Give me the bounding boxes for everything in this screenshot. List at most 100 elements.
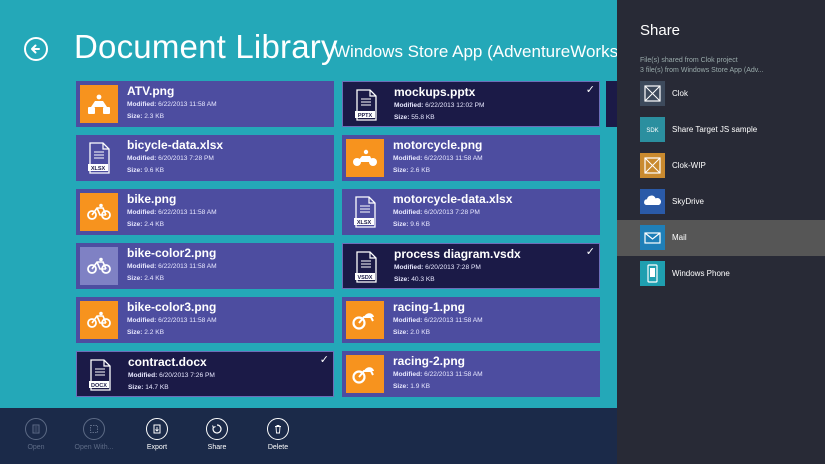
share-target-label: SkyDrive bbox=[672, 197, 705, 206]
share-target-skydrive[interactable]: SkyDrive bbox=[617, 184, 825, 220]
share-source-line2: 3 file(s) from Windows Store App (Adv... bbox=[640, 67, 764, 74]
file-size: Size: 2.2 KB bbox=[127, 329, 164, 336]
file-modified-value: 6/22/2013 12:02 PM bbox=[425, 102, 485, 109]
xlsx-file-icon: XLSX bbox=[346, 193, 384, 231]
file-size-value: 40.3 KB bbox=[411, 276, 435, 283]
trash-icon bbox=[275, 425, 281, 434]
file-modified-value: 6/20/2013 7:26 PM bbox=[159, 372, 215, 379]
file-size-value: 2.2 KB bbox=[144, 329, 165, 336]
share-target-mail[interactable]: Mail bbox=[617, 220, 825, 256]
clok-wip-icon bbox=[640, 153, 665, 178]
page-subtitle: Windows Store App (AdventureWorks Cyc bbox=[334, 42, 617, 61]
file-modified-label: Modified: bbox=[393, 155, 425, 162]
file-size-value: 2.0 KB bbox=[410, 329, 431, 336]
file-tile[interactable]: XLSX motorcycle-data.xlsx Modified: 6/20/2… bbox=[342, 189, 600, 235]
file-size-value: 9.6 KB bbox=[144, 167, 165, 174]
file-modified: Modified: 6/22/2013 11:58 AM bbox=[127, 317, 217, 324]
racing-bike-icon bbox=[346, 301, 384, 339]
share-pane-title: Share bbox=[640, 22, 681, 39]
export-button[interactable]: Export bbox=[127, 418, 187, 451]
bike-icon bbox=[80, 247, 118, 285]
share-target-clok[interactable]: Clok bbox=[617, 76, 825, 112]
file-modified-label: Modified: bbox=[127, 101, 159, 108]
share-target-share-target-js-sample[interactable]: SDK Share Target JS sample bbox=[617, 112, 825, 148]
open-button[interactable]: Open bbox=[6, 418, 66, 451]
delete-label: Delete bbox=[267, 444, 289, 451]
selected-check-icon: ✓ bbox=[319, 354, 329, 366]
file-size-label: Size: bbox=[393, 329, 411, 336]
file-modified: Modified: 6/22/2013 11:58 AM bbox=[127, 263, 217, 270]
file-modified: Modified: 6/22/2013 11:58 AM bbox=[127, 101, 217, 108]
file-modified: Modified: 6/22/2013 11:58 AM bbox=[393, 155, 483, 162]
file-tile[interactable]: bike.png Modified: 6/22/2013 11:58 AM Size… bbox=[76, 189, 334, 235]
file-modified-label: Modified: bbox=[393, 371, 425, 378]
file-name: racing-1.png bbox=[393, 300, 466, 314]
file-name: contract.docx bbox=[128, 355, 207, 369]
file-size-value: 9.6 KB bbox=[410, 221, 431, 228]
file-size-label: Size: bbox=[128, 384, 146, 391]
file-size-label: Size: bbox=[127, 113, 145, 120]
share-source-line1: File(s) shared from Clok project bbox=[640, 57, 738, 64]
file-size-label: Size: bbox=[393, 383, 411, 390]
file-tile[interactable]: ATV.png Modified: 6/22/2013 11:58 AM Size:… bbox=[76, 81, 334, 127]
share-button[interactable]: Share bbox=[187, 418, 247, 451]
file-tile[interactable]: racing-2.png Modified: 6/22/2013 11:58 AM… bbox=[342, 351, 600, 397]
file-size-label: Size: bbox=[393, 221, 411, 228]
file-modified-label: Modified: bbox=[393, 209, 425, 216]
file-tile[interactable]: bike-color3.png Modified: 6/22/2013 11:58… bbox=[76, 297, 334, 343]
bike-icon bbox=[80, 193, 118, 231]
motorcycle-icon bbox=[346, 139, 384, 177]
file-size: Size: 2.4 KB bbox=[127, 221, 164, 228]
file-modified-value: 6/20/2013 7:28 PM bbox=[158, 155, 214, 162]
file-size-label: Size: bbox=[127, 329, 145, 336]
file-tile[interactable]: DOCX contract.docx Modified: 6/20/2013 7:2… bbox=[76, 351, 334, 397]
share-target-label: Windows Phone bbox=[672, 269, 730, 278]
file-size: Size: 2.4 KB bbox=[127, 275, 164, 282]
xlsx-file-icon: XLSX bbox=[80, 139, 118, 177]
file-modified-value: 6/22/2013 11:58 AM bbox=[158, 101, 217, 108]
file-tile[interactable]: motorcycle.png Modified: 6/22/2013 11:58 … bbox=[342, 135, 600, 181]
file-modified-label: Modified: bbox=[127, 317, 159, 324]
file-modified-label: Modified: bbox=[128, 372, 160, 379]
svg-text:PPTX: PPTX bbox=[358, 113, 373, 119]
file-tile[interactable]: PPTX mockups.pptx Modified: 6/22/2013 12:0… bbox=[342, 81, 600, 127]
docx-file-icon: DOCX bbox=[81, 356, 119, 394]
open-with-icon bbox=[90, 425, 98, 433]
file-modified-value: 6/20/2013 7:28 PM bbox=[424, 209, 480, 216]
file-tile[interactable]: VSDX process diagram.vsdx Modified: 6/20/2… bbox=[342, 243, 600, 289]
file-name: racing-2.png bbox=[393, 354, 466, 368]
share-source-description: File(s) shared from Clok project 3 file(… bbox=[640, 56, 764, 76]
file-size: Size: 2.3 KB bbox=[127, 113, 164, 120]
svg-text:SDK: SDK bbox=[646, 128, 658, 134]
file-tile[interactable]: racing-1.png Modified: 6/22/2013 11:58 AM… bbox=[342, 297, 600, 343]
file-name: bike-color2.png bbox=[127, 246, 217, 260]
share-label: Share bbox=[207, 444, 227, 451]
file-name: bike.png bbox=[127, 192, 177, 206]
file-size: Size: 9.6 KB bbox=[393, 221, 430, 228]
file-modified: Modified: 6/22/2013 11:58 AM bbox=[393, 317, 483, 324]
file-modified-label: Modified: bbox=[394, 102, 426, 109]
delete-button[interactable]: Delete bbox=[248, 418, 308, 451]
file-name: motorcycle.png bbox=[393, 138, 483, 152]
share-target-label: Mail bbox=[672, 233, 687, 242]
mail-icon bbox=[640, 225, 665, 250]
file-modified: Modified: 6/22/2013 11:58 AM bbox=[127, 209, 217, 216]
share-target-clok-wip[interactable]: Clok-WIP bbox=[617, 148, 825, 184]
file-tile[interactable]: bike-color2.png Modified: 6/22/2013 11:58… bbox=[76, 243, 334, 289]
share-target-windows-phone[interactable]: Windows Phone bbox=[617, 256, 825, 292]
file-size-value: 1.9 KB bbox=[410, 383, 431, 390]
back-button[interactable] bbox=[24, 37, 48, 61]
share-target-icon: SDK bbox=[640, 117, 665, 142]
file-modified: Modified: 6/20/2013 7:28 PM bbox=[394, 264, 481, 271]
file-tile[interactable]: XLSX bicycle-data.xlsx Modified: 6/20/2013… bbox=[76, 135, 334, 181]
file-size: Size: 40.3 KB bbox=[394, 276, 435, 283]
share-target-label: Clok-WIP bbox=[672, 161, 706, 170]
file-modified-label: Modified: bbox=[127, 209, 159, 216]
share-target-label: Share Target JS sample bbox=[672, 125, 758, 134]
file-modified-value: 6/22/2013 11:58 AM bbox=[158, 263, 217, 270]
file-modified-label: Modified: bbox=[127, 155, 159, 162]
file-size: Size: 1.9 KB bbox=[393, 383, 430, 390]
offscreen-tile[interactable] bbox=[606, 81, 617, 127]
open-with-button[interactable]: Open With... bbox=[64, 418, 124, 451]
file-name: bicycle-data.xlsx bbox=[127, 138, 224, 152]
